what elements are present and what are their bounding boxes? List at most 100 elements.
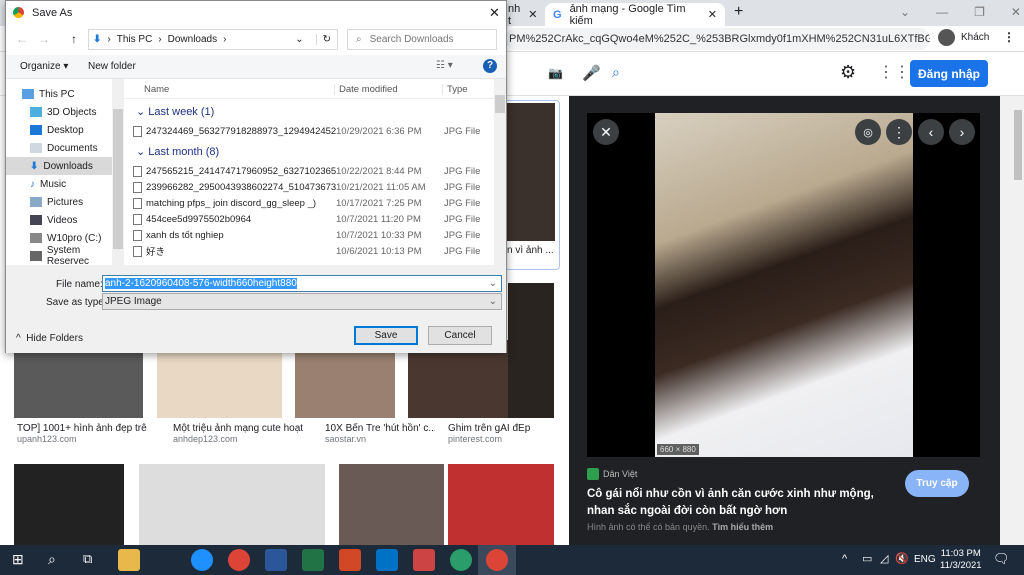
search-input[interactable]: ⌕ Search Downloads — [347, 29, 497, 50]
close-icon[interactable]: ✕ — [489, 5, 500, 21]
file-row[interactable]: 454cee5d9975502b0964 10/7/2021 11:20 PM JP… — [124, 211, 494, 227]
close-tab-icon[interactable]: ✕ — [708, 8, 717, 21]
chevron-down-icon[interactable]: ⌄ — [489, 278, 497, 289]
chrome-profile-icon[interactable] — [450, 549, 472, 571]
start-icon[interactable]: ⊞ — [12, 551, 24, 568]
cancel-button[interactable]: Cancel — [428, 326, 492, 345]
column-name[interactable]: Name — [144, 84, 169, 95]
camera-icon[interactable]: 📷 — [548, 66, 563, 80]
powerpoint-icon[interactable] — [339, 549, 361, 571]
result-thumbnail[interactable] — [139, 464, 325, 545]
apps-grid-icon[interactable]: ⋮⋮ — [878, 62, 910, 82]
back-icon[interactable]: ← — [16, 32, 28, 46]
close-window-icon[interactable]: ✕ — [1011, 5, 1021, 19]
visit-button[interactable]: Truy cập — [905, 470, 969, 497]
file-row[interactable]: 247565215_241474717960952_6327102365... 1… — [124, 163, 494, 179]
tray-chevron-icon[interactable]: ^ — [842, 553, 847, 565]
help-icon[interactable]: ? — [483, 59, 497, 73]
more-icon[interactable]: ⋮ — [886, 119, 912, 145]
tree-item-3d-objects[interactable]: 3D Objects — [6, 103, 124, 121]
close-tab-icon[interactable]: ✕ — [528, 8, 537, 21]
breadcrumb[interactable]: ⬇ › This PC › Downloads › ⌄ ↻ — [88, 29, 338, 50]
view-options-icon[interactable]: ☷ ▾ — [436, 60, 453, 71]
result-item[interactable]: Một triệu ảnh mạng cute hoạt... anhdep123… — [173, 423, 303, 444]
menu-icon[interactable]: ⋮ — [1003, 30, 1015, 44]
result-thumbnail[interactable] — [339, 464, 444, 545]
group-header[interactable]: ⌄ Last month (8) — [136, 145, 219, 158]
search-icon[interactable]: ⌕ — [48, 551, 56, 568]
breadcrumb-this-pc[interactable]: This PC — [117, 34, 153, 45]
column-date-modified[interactable]: Date modified — [334, 84, 398, 95]
outlook-icon[interactable] — [376, 549, 398, 571]
file-row[interactable]: matching pfps_ join discord_gg_sleep _) 1… — [124, 195, 494, 211]
tab-active[interactable]: G ảnh mạng - Google Tìm kiếm ✕ — [545, 3, 725, 27]
clock[interactable]: 11:03 PM 11/3/2021 — [940, 548, 982, 572]
file-row[interactable]: xanh ds tốt nghiep 10/7/2021 10:33 PM JPG … — [124, 227, 494, 243]
volume-muted-icon[interactable]: 🔇 — [895, 552, 909, 565]
battery-icon[interactable]: ▭ — [862, 552, 872, 565]
result-item[interactable]: 10X Bến Tre 'hút hồn' c... saostar.vn — [325, 423, 435, 444]
file-row[interactable]: 247324469_563277918288973_1294942452... 1… — [124, 123, 494, 139]
notifications-icon[interactable]: 🗨 — [993, 551, 1010, 567]
file-explorer-icon[interactable] — [118, 549, 140, 571]
wifi-icon[interactable]: ◿ — [880, 552, 888, 565]
lens-icon[interactable]: ◎ — [855, 119, 881, 145]
tree-item-pictures[interactable]: Pictures — [6, 193, 124, 211]
excel-icon[interactable] — [302, 549, 324, 571]
up-icon[interactable]: ↑ — [71, 32, 77, 46]
result-thumbnail[interactable] — [448, 464, 554, 545]
breadcrumb-downloads[interactable]: Downloads — [168, 34, 217, 45]
tree-item-music[interactable]: ♪ Music — [6, 175, 124, 193]
learn-more-link[interactable]: Tìm hiểu thêm — [712, 522, 773, 532]
tree-item-system-reserved[interactable]: System Reservec — [6, 245, 124, 267]
restore-icon[interactable]: ❐ — [974, 5, 985, 19]
chevron-down-icon[interactable]: ⌄ — [295, 34, 303, 45]
preview-image[interactable]: 660 × 880 — [655, 113, 913, 457]
organize-button[interactable]: Organize ▾ — [20, 61, 68, 72]
tree-item-documents[interactable]: Documents — [6, 139, 124, 157]
save-button[interactable]: Save — [354, 326, 418, 345]
file-row[interactable]: 好き 10/6/2021 10:13 PM JPG File — [124, 243, 494, 259]
result-item[interactable]: TOP] 1001+ hình ảnh đẹp trên ...upanh123… — [17, 423, 147, 444]
file-list-scrollbar[interactable] — [494, 79, 506, 265]
column-type[interactable]: Type — [442, 84, 468, 95]
tree-item-videos[interactable]: Videos — [6, 211, 124, 229]
save-as-type-select[interactable]: JPEG Image ⌄ — [102, 293, 502, 310]
new-folder-button[interactable]: New folder — [88, 61, 136, 72]
language-indicator[interactable]: ENG — [914, 554, 936, 565]
file-row[interactable]: 239966282_2950043938602274_510473673... 1… — [124, 179, 494, 195]
refresh-icon[interactable]: ↻ — [315, 34, 337, 45]
result-thumbnail[interactable] — [508, 283, 554, 418]
file-name-input[interactable]: anh-2-1620960408-576-width660height880 ⌄ — [102, 275, 502, 292]
result-item[interactable]: Ghim trên gÁI đEp pinterest.com — [448, 423, 558, 444]
previous-icon[interactable]: ‹ — [918, 119, 944, 145]
url-bar[interactable]: PM%252CrAkc_cqGQwo4eM%252C_%253BRGlxmdy0… — [505, 28, 930, 50]
new-tab-button[interactable]: + — [734, 3, 743, 21]
tab-search-icon[interactable]: ⌄ — [900, 5, 910, 19]
tree-item-downloads[interactable]: ⬇ Downloads — [6, 157, 124, 175]
next-icon[interactable]: › — [949, 119, 975, 145]
source-site[interactable]: Dân Việt — [587, 468, 637, 480]
tree-item-desktop[interactable]: Desktop — [6, 121, 124, 139]
close-icon[interactable]: ✕ — [593, 119, 619, 145]
app-icon[interactable] — [413, 549, 435, 571]
edge-icon[interactable] — [191, 549, 213, 571]
chrome-icon[interactable] — [228, 549, 250, 571]
task-view-icon[interactable]: ⧉ — [83, 551, 92, 567]
group-header[interactable]: ⌄ Last week (1) — [136, 105, 214, 118]
hide-folders-button[interactable]: ^ Hide Folders — [16, 333, 83, 344]
settings-gear-icon[interactable]: ⚙ — [840, 62, 856, 83]
tree-item-this-pc[interactable]: This PC — [6, 85, 124, 103]
selected-result[interactable]: n vì ảnh ... — [500, 100, 560, 270]
result-thumbnail[interactable] — [14, 464, 124, 545]
forward-icon[interactable]: → — [38, 32, 50, 46]
tree-scrollbar[interactable] — [112, 79, 124, 265]
word-icon[interactable] — [265, 549, 287, 571]
preview-title[interactable]: Cô gái nổi như cồn vì ảnh căn cước xinh … — [587, 486, 902, 520]
search-icon[interactable]: ⌕ — [612, 64, 620, 81]
minimize-icon[interactable]: — — [936, 5, 948, 19]
mic-icon[interactable]: 🎤 — [582, 64, 601, 82]
profile-button[interactable]: Khách — [938, 29, 989, 46]
chrome-active-taskbar[interactable] — [478, 545, 516, 575]
login-button[interactable]: Đăng nhập — [910, 60, 988, 87]
